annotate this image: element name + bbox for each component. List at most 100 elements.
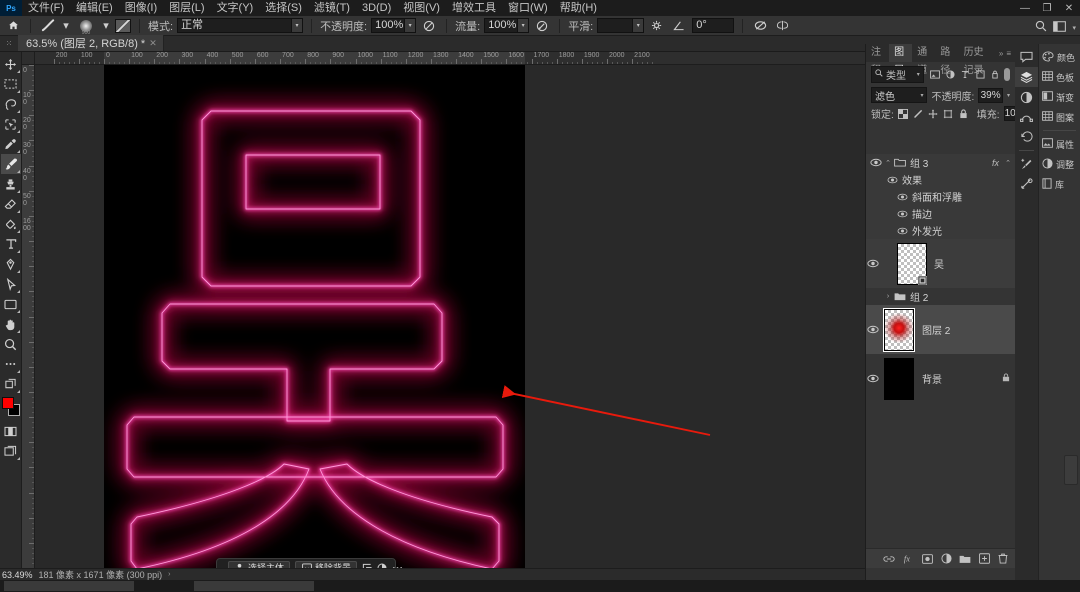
horizontal-ruler[interactable]: 200 100 0 100 200 300 400 500 600 700 800 900 1000 11…	[35, 52, 865, 65]
eraser-tool[interactable]	[1, 194, 21, 214]
brush-panel-chevron-icon[interactable]: ▾	[101, 18, 111, 34]
tool-presets-icon[interactable]	[1015, 174, 1038, 194]
status-chevron-icon[interactable]: ›	[168, 571, 170, 578]
tab-notes[interactable]: 注释	[866, 44, 889, 76]
close-button[interactable]: ✕	[1058, 0, 1080, 16]
filter-toggle[interactable]	[1003, 68, 1010, 81]
type-tool[interactable]	[1, 234, 21, 254]
new-adjustment-layer-icon[interactable]	[940, 553, 952, 565]
rectangle-tool[interactable]	[1, 294, 21, 314]
flow-field[interactable]: 100% ▾	[484, 18, 530, 33]
link-layers-icon[interactable]	[883, 553, 895, 565]
layers-icon[interactable]	[1015, 67, 1038, 87]
color-swatches[interactable]	[1, 396, 21, 418]
paths-icon[interactable]	[1015, 107, 1038, 127]
visibility-toggle-icon[interactable]	[895, 207, 909, 221]
taskbar-item[interactable]	[194, 581, 314, 591]
paint-bucket-tool[interactable]	[1, 214, 21, 234]
pixel-filter-icon[interactable]	[930, 69, 941, 81]
restore-button[interactable]: ❐	[1036, 0, 1058, 16]
zoom-tool[interactable]	[1, 334, 21, 354]
lock-image-pixels-icon[interactable]	[913, 108, 924, 120]
menu-type[interactable]: 文字(Y)	[211, 0, 260, 16]
layer-fx-indicator[interactable]: fx	[992, 158, 999, 168]
lasso-tool[interactable]	[1, 94, 21, 114]
layer-opacity-value[interactable]: 39%	[978, 87, 1003, 103]
pen-tool[interactable]	[1, 254, 21, 274]
arrange-documents-icon[interactable]: ⁙	[0, 35, 18, 51]
group-expand-chevron-icon[interactable]: ›	[883, 293, 893, 300]
menu-edit[interactable]: 编辑(E)	[70, 0, 119, 16]
menu-layer[interactable]: 图层(L)	[163, 0, 210, 16]
brush-stroke-icon[interactable]	[39, 18, 57, 34]
add-layer-mask-icon[interactable]	[921, 553, 933, 565]
tab-paths[interactable]: 路径	[935, 44, 958, 76]
new-layer-icon[interactable]	[978, 553, 990, 565]
chevron-down-icon[interactable]: ▾	[1007, 92, 1010, 99]
visibility-toggle-icon[interactable]	[866, 323, 880, 337]
tab-layers[interactable]: 图层	[889, 44, 913, 76]
edit-toolbar-tool[interactable]	[1, 354, 21, 374]
document-canvas[interactable]	[104, 65, 525, 580]
shape-filter-icon[interactable]	[975, 69, 986, 81]
notes-icon[interactable]	[1015, 47, 1038, 67]
layer-row-wu[interactable]: 吴	[866, 239, 1016, 288]
panel-patterns[interactable]: 图案	[1039, 107, 1080, 127]
gradient-swatch-icon[interactable]	[115, 18, 131, 33]
adjustment-filter-icon[interactable]	[945, 69, 956, 81]
smoothing-field[interactable]: ▾	[597, 18, 645, 33]
panel-color[interactable]: 颜色	[1039, 47, 1080, 67]
search-icon[interactable]	[1035, 20, 1047, 35]
panel-properties[interactable]: 属性	[1039, 134, 1080, 154]
layer-thumbnail[interactable]	[884, 357, 914, 400]
layer-thumbnail[interactable]	[897, 242, 927, 285]
menu-3d[interactable]: 3D(D)	[356, 0, 397, 16]
panel-adjustments[interactable]: 调整	[1039, 154, 1080, 174]
close-icon[interactable]: ✕	[149, 38, 157, 49]
panel-swatches[interactable]: 色板	[1039, 67, 1080, 87]
menu-help[interactable]: 帮助(H)	[554, 0, 603, 16]
add-layer-style-icon[interactable]: fx	[902, 553, 914, 565]
brush-settings-icon[interactable]	[1015, 154, 1038, 174]
layer-thumbnail[interactable]	[883, 307, 915, 352]
layer-row-group3[interactable]: ⌃ 组 3 fx ⌃	[866, 154, 1016, 171]
tablet-pressure-icon[interactable]	[751, 18, 769, 34]
canvas-area[interactable]	[35, 65, 865, 580]
layer-row-effects[interactable]: 效果	[866, 171, 1016, 188]
delete-layer-icon[interactable]	[997, 553, 1009, 565]
gear-icon[interactable]	[648, 18, 666, 34]
move-tool[interactable]	[1, 54, 21, 74]
group-expand-chevron-icon[interactable]: ⌃	[883, 159, 893, 167]
lock-artboard-icon[interactable]	[943, 108, 954, 120]
menu-plugins[interactable]: 增效工具	[446, 0, 502, 16]
brush-preset-chevron-icon[interactable]: ▾	[61, 18, 71, 34]
blend-mode-select[interactable]: 正常 ▾	[177, 18, 304, 33]
effects-collapse-icon[interactable]: ⌃	[1003, 159, 1013, 167]
layer-row-effect-bevel[interactable]: 斜面和浮雕	[866, 188, 1016, 205]
tab-channels[interactable]: 通道	[912, 44, 935, 76]
visibility-toggle-icon[interactable]	[866, 372, 880, 386]
visibility-toggle-icon[interactable]	[869, 156, 883, 170]
minimize-button[interactable]: —	[1014, 0, 1036, 16]
tab-history[interactable]: 历史记录	[959, 44, 995, 76]
chevron-down-icon[interactable]: ▾	[1072, 24, 1076, 32]
menu-select[interactable]: 选择(S)	[259, 0, 308, 16]
visibility-toggle-icon[interactable]	[885, 173, 899, 187]
visibility-toggle-icon[interactable]	[866, 257, 880, 271]
document-tab[interactable]: 63.5% (图层 2, RGB/8) * ✕	[18, 35, 164, 51]
angle-value[interactable]: 0°	[692, 18, 735, 33]
brush-size-preview[interactable]: 900	[75, 17, 97, 36]
layer-filter-select[interactable]: 类型 ▾	[871, 66, 924, 83]
lock-transparent-pixels-icon[interactable]	[898, 108, 909, 120]
panel-gradients[interactable]: 渐变	[1039, 87, 1080, 107]
layer-list[interactable]: ⌃ 组 3 fx ⌃ 效果 斜面和浮雕 描边 外发光 吴 › 组 2 图层 2 …	[866, 154, 1016, 592]
panel-menu-icon[interactable]: ≡	[1006, 49, 1011, 58]
airbrush-icon[interactable]	[533, 18, 551, 34]
ruler-corner[interactable]	[22, 52, 35, 65]
object-selection-tool[interactable]	[1, 114, 21, 134]
layer-row-effect-stroke[interactable]: 描边	[866, 205, 1016, 222]
lock-all-icon[interactable]	[958, 108, 969, 120]
new-group-icon[interactable]	[959, 553, 971, 565]
collapsed-floating-panel[interactable]	[1064, 455, 1078, 485]
eyedropper-tool[interactable]	[1, 134, 21, 154]
